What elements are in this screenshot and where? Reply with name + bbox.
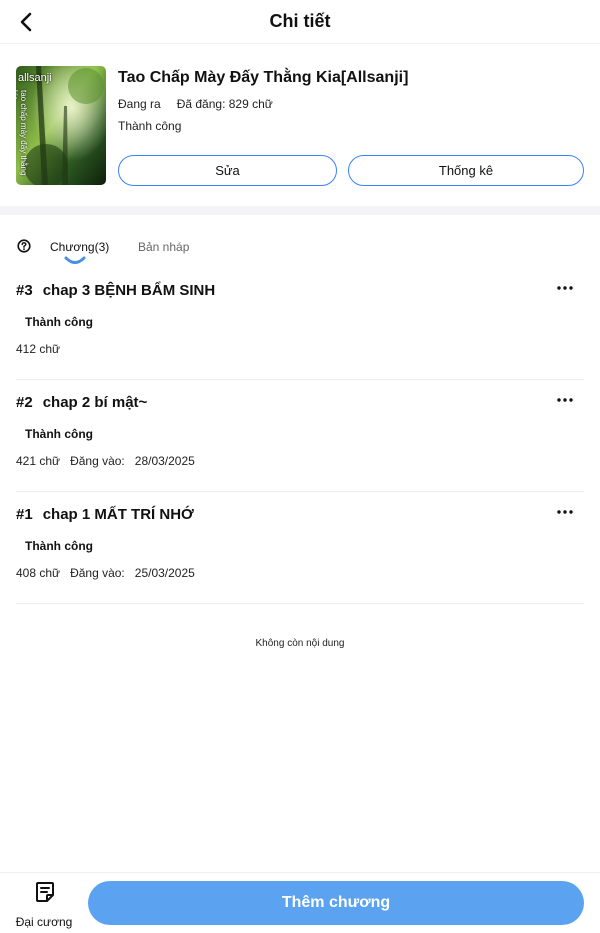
chapter-title: #2 chap 2 bí mật~ bbox=[16, 394, 147, 411]
chapter-number: #3 bbox=[16, 282, 33, 299]
book-card: allsanji tao chấp mày đấy thằng kia Tao … bbox=[0, 44, 600, 206]
chapter-item[interactable]: #2 chap 2 bí mật~ Thành công 421 chữ Đăn… bbox=[16, 380, 584, 492]
more-icon bbox=[557, 398, 573, 402]
book-title: Tao Chấp Mày Đấy Thằng Kia[Allsanji] bbox=[118, 69, 409, 86]
chapter-tabs: Chương(3) Bản nháp bbox=[0, 225, 600, 271]
end-of-list-note: Không còn nội dung bbox=[255, 638, 345, 649]
chapter-word-count: 421 chữ bbox=[16, 454, 61, 468]
chapter-name: chap 3 BỆNH BẨM SINH bbox=[42, 282, 216, 299]
more-options-button[interactable] bbox=[554, 280, 576, 296]
more-icon bbox=[557, 510, 573, 514]
tab-drafts[interactable]: Bản nháp bbox=[138, 240, 189, 254]
chapter-date-label: Đăng vào: bbox=[70, 454, 125, 468]
chapter-number: #2 bbox=[16, 394, 33, 411]
chapter-status: Thành công bbox=[25, 315, 93, 329]
chapter-word-count: 412 chữ bbox=[16, 342, 61, 356]
tab-active-indicator bbox=[64, 256, 86, 264]
book-word-count: Đã đăng: 829 chữ bbox=[176, 97, 273, 111]
page-title: Chi tiết bbox=[269, 11, 331, 31]
chapter-status: Thành công bbox=[25, 427, 93, 441]
cover-label: allsanji bbox=[18, 72, 52, 84]
tab-chapters[interactable]: Chương(3) bbox=[50, 240, 109, 254]
chapter-title: #3 chap 3 BỆNH BẨM SINH bbox=[16, 282, 215, 299]
top-bar: Chi tiết bbox=[0, 0, 600, 44]
chapter-info: 412 chữ bbox=[16, 342, 60, 356]
chapter-title: #1 chap 1 MẤT TRÍ NHỚ bbox=[16, 506, 194, 523]
outline-label: Đại cương bbox=[15, 915, 73, 929]
book-status: Thành công bbox=[118, 119, 182, 133]
help-icon[interactable] bbox=[17, 239, 31, 253]
more-options-button[interactable] bbox=[554, 504, 576, 520]
chapter-status: Thành công bbox=[25, 539, 93, 553]
stats-button[interactable]: Thống kê bbox=[348, 155, 584, 186]
more-icon bbox=[557, 286, 573, 290]
chapter-name: chap 1 MẤT TRÍ NHỚ bbox=[42, 506, 194, 523]
chapter-item[interactable]: #1 chap 1 MẤT TRÍ NHỚ Thành công 408 chữ… bbox=[16, 492, 584, 604]
bottom-bar: Đại cương Thêm chương bbox=[0, 872, 600, 933]
chapter-date: 28/03/2025 bbox=[134, 454, 195, 468]
chapter-info: 408 chữ Đăng vào: 25/03/2025 bbox=[16, 566, 195, 580]
chapter-word-count: 408 chữ bbox=[16, 566, 61, 580]
cover-side-label: tao chấp mày đấy thằng kia bbox=[16, 90, 28, 176]
book-meta: Đang ra Đã đăng: 829 chữ bbox=[118, 97, 273, 111]
outline-doc-icon bbox=[36, 882, 54, 902]
book-state: Đang ra bbox=[118, 97, 161, 111]
add-chapter-button[interactable]: Thêm chương bbox=[88, 881, 584, 925]
more-options-button[interactable] bbox=[554, 392, 576, 408]
chapter-info: 421 chữ Đăng vào: 28/03/2025 bbox=[16, 454, 195, 468]
section-divider bbox=[0, 206, 600, 215]
chapter-item[interactable]: #3 chap 3 BỆNH BẨM SINH Thành công 412 c… bbox=[16, 268, 584, 380]
book-cover[interactable]: allsanji tao chấp mày đấy thằng kia bbox=[16, 66, 106, 185]
outline-button[interactable]: Đại cương bbox=[10, 879, 78, 929]
edit-button[interactable]: Sửa bbox=[118, 155, 337, 186]
chapter-date: 25/03/2025 bbox=[134, 566, 195, 580]
chapter-name: chap 2 bí mật~ bbox=[42, 394, 148, 411]
chapter-date-label: Đăng vào: bbox=[70, 566, 125, 580]
chapter-number: #1 bbox=[16, 506, 33, 523]
